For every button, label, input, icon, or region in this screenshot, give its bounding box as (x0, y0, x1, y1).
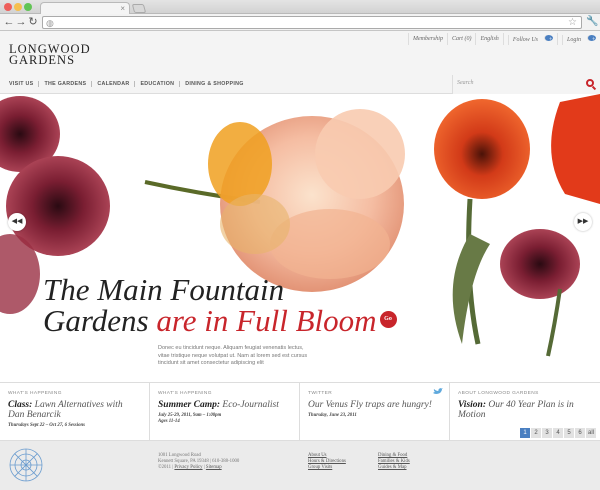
news-item[interactable]: ABOUT LONGWOOD GARDENS Vision: Our 40 Ye… (450, 383, 600, 441)
pager-5[interactable]: 5 (564, 428, 574, 438)
news-title-rest: Eco-Journalist (220, 400, 279, 410)
footer-legal: ©2011 | Privacy Policy | Sitemap (158, 465, 222, 470)
plus-icon: + (587, 35, 596, 43)
news-strip: WHAT'S HAPPENING Class: Lawn Alternative… (0, 382, 600, 441)
headline-line-2a: Gardens (43, 303, 157, 338)
news-category: ABOUT LONGWOOD GARDENS (458, 391, 539, 396)
site-logo[interactable]: LONGWOOD GARDENS (9, 43, 91, 67)
copyright: ©2011 (158, 465, 172, 470)
headline-line-1: The Main Fountain (43, 272, 285, 307)
news-date: Thursday, June 23, 2011 (308, 413, 357, 418)
go-button[interactable]: Go (379, 311, 397, 329)
peach-flower (144, 109, 405, 292)
pager-1[interactable]: 1 (520, 428, 530, 438)
reload-icon[interactable]: ↻ (27, 15, 39, 29)
util-login[interactable]: Login + (556, 33, 600, 45)
headline-line-2b: are in Full Bloom (156, 303, 377, 338)
pager-4[interactable]: 4 (553, 428, 563, 438)
main-nav: VISIT US THE GARDENS CALENDAR EDUCATION … (9, 81, 249, 87)
tab-close-icon[interactable]: × (120, 3, 125, 14)
pager-all[interactable]: all (586, 428, 596, 438)
search-input[interactable]: Search (457, 80, 473, 86)
twitter-bird-icon (433, 388, 443, 394)
pager-6[interactable]: 6 (575, 428, 585, 438)
plus-icon: + (543, 35, 553, 43)
sitemap-link[interactable]: Sitemap (206, 465, 222, 470)
hero-headline: The Main Fountain Gardens are in Full Bl… (43, 274, 397, 336)
news-title-bold: Vision: (458, 400, 486, 410)
site-footer: 1001 Longwood Road Kennett Square, PA 19… (0, 440, 600, 490)
util-follow-label: Follow Us (507, 35, 542, 45)
news-item[interactable]: WHAT'S HAPPENING Summer Camp: Eco-Journa… (150, 383, 300, 441)
news-item[interactable]: TWITTER Our Venus Fly traps are hungry! … (300, 383, 450, 441)
news-title[interactable]: Vision: Our 40 Year Plan is in Motion (458, 400, 592, 420)
carousel-prev-button[interactable]: ◀◀ (8, 213, 26, 231)
util-follow-us[interactable]: Follow Us + (502, 33, 557, 45)
carousel-next-button[interactable]: ▶▶ (574, 213, 592, 231)
carousel-pager: 1 2 3 4 5 6 all (520, 428, 596, 438)
globe-icon: ◍ (46, 18, 54, 28)
browser-tab-bar: × (0, 0, 600, 14)
hero-body-line-1: Donec eu tincidunt neque. Aliquam feugia… (158, 345, 304, 351)
util-language[interactable]: English (475, 33, 502, 45)
address-bar[interactable]: ◍ ☆ (42, 16, 582, 29)
browser-toolbar: ← → ↻ ◍ ☆ 🔧 (0, 14, 600, 31)
news-title[interactable]: Class: Lawn Alternatives with Dan Benarc… (8, 400, 141, 420)
news-date-2: Ages 11-14 (158, 419, 180, 424)
privacy-policy-link[interactable]: Privacy Policy (174, 465, 202, 470)
hero-body-line-3: tincidunt sit amet consectetur adipiscin… (158, 360, 264, 366)
minimize-window-button[interactable] (14, 3, 22, 11)
back-arrow-icon[interactable]: ← (3, 15, 15, 29)
news-date: Thursdays Sept 22 – Oct 27, 6 Sessions (8, 423, 86, 428)
news-title[interactable]: Summer Camp: Eco-Journalist (158, 400, 291, 410)
footer-address: 1001 Longwood Road Kennett Square, PA 19… (158, 453, 239, 471)
news-category: WHAT'S HAPPENING (158, 391, 212, 396)
pager-3[interactable]: 3 (542, 428, 552, 438)
news-title[interactable]: Our Venus Fly traps are hungry! (308, 400, 441, 410)
nav-visit-us[interactable]: VISIT US (9, 81, 38, 87)
headline-line-2: Gardens are in Full Bloom Go (43, 305, 397, 336)
hero-carousel: ◀◀ ▶▶ The Main Fountain Gardens are in F… (0, 94, 600, 382)
new-tab-button[interactable] (131, 4, 147, 13)
search-box[interactable]: Search (452, 75, 600, 94)
footer-links-col-2: Dining & Food Families & Kids Guides & M… (378, 453, 410, 471)
news-item[interactable]: WHAT'S HAPPENING Class: Lawn Alternative… (0, 383, 150, 441)
hero-body-text: Donec eu tincidunt neque. Aliquam feugia… (158, 345, 343, 368)
util-membership[interactable]: Membership (407, 33, 447, 45)
footer-link-guides[interactable]: Guides & Map (378, 465, 410, 471)
pager-2[interactable]: 2 (531, 428, 541, 438)
util-login-label: Login (561, 35, 585, 45)
forward-arrow-icon[interactable]: → (15, 15, 27, 29)
nav-calendar[interactable]: CALENDAR (91, 81, 134, 87)
bookmark-star-icon[interactable]: ☆ (568, 17, 577, 28)
hero-flower-photo (0, 94, 600, 357)
nav-education[interactable]: EDUCATION (134, 81, 179, 87)
news-title-bold: Summer Camp: (158, 400, 221, 410)
news-category: TWITTER (308, 391, 333, 396)
news-title-bold: Class: (8, 400, 33, 410)
wrench-menu-icon[interactable]: 🔧 (586, 16, 598, 27)
browser-tab[interactable]: × (40, 2, 130, 14)
news-title-rest: Our Venus Fly traps are hungry! (308, 400, 432, 410)
longwood-emblem-icon (9, 448, 43, 482)
close-window-button[interactable] (4, 3, 12, 11)
footer-links-col-1: About Us Hours & Directions Group Visits (308, 453, 346, 471)
logo-line-2: GARDENS (9, 53, 76, 67)
nav-the-gardens[interactable]: THE GARDENS (38, 81, 91, 87)
nav-dining-shopping[interactable]: DINING & SHOPPING (179, 81, 248, 87)
site-header: LONGWOOD GARDENS Membership Cart (0) Eng… (0, 31, 600, 94)
search-icon[interactable] (586, 79, 594, 87)
zoom-window-button[interactable] (24, 3, 32, 11)
utility-nav: Membership Cart (0) English Follow Us + L… (407, 33, 600, 45)
news-category: WHAT'S HAPPENING (8, 391, 62, 396)
footer-link-groups[interactable]: Group Visits (308, 465, 346, 471)
hero-body-line-2: vitae tristique neque volutpat ut. Nam a… (158, 352, 308, 359)
util-cart[interactable]: Cart (0) (446, 33, 476, 45)
